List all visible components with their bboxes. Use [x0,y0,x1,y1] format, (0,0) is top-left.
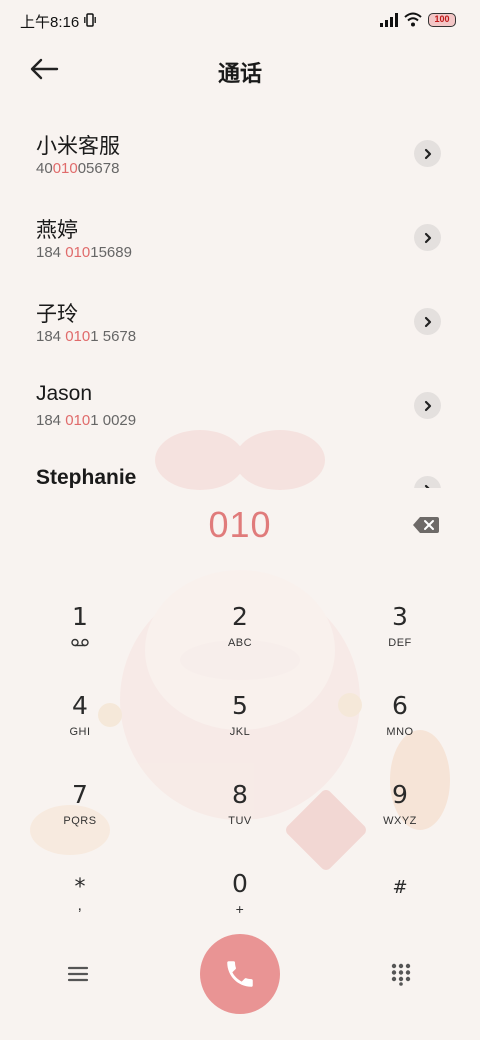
matched-digits: 010 [65,244,91,261]
wifi-icon [404,12,422,27]
key-8[interactable]: 8 TUV [180,768,300,848]
contact-detail-button[interactable] [414,392,441,419]
key-letters: , [77,897,83,914]
contact-detail-button[interactable] [414,476,441,488]
contact-name: Stephanie [36,466,137,488]
contact-item[interactable]: Jason 184 0101 0029 [0,364,480,448]
key-letters: DEF [388,637,412,649]
key-digit: 8 [232,780,248,809]
contact-detail-button[interactable] [414,140,441,167]
dialed-number-display[interactable]: 010 [0,504,480,546]
key-digit: 9 [392,780,408,809]
key-7[interactable]: 7 PQRS [20,768,140,848]
contact-number: 184 0101 5678 [36,328,137,345]
phone-icon [227,961,253,987]
key-6[interactable]: 6 MNO [340,679,460,759]
chevron-right-icon [424,232,431,243]
key-4[interactable]: 4 GHI [20,679,140,759]
chevron-right-icon [424,148,431,159]
key-digit: 4 [72,691,88,720]
contact-suggestion-list[interactable]: 小米客服 4001005678 燕婷 184 01015689 子玲 184 0… [0,112,480,488]
contact-number: 184 01015689 [36,244,132,261]
menu-icon [67,966,89,982]
key-letters: PQRS [63,815,97,827]
key-letters: + [235,901,245,917]
key-1[interactable]: 1 [20,590,140,670]
vibrate-icon [84,13,96,27]
key-letters: MNO [386,726,414,738]
chevron-right-icon [424,484,430,488]
key-digit: 3 [392,602,408,631]
contact-item[interactable]: 子玲 184 0101 5678 [0,280,480,364]
key-digit: 7 [72,780,88,809]
status-bar: 上午8:16 100 [0,0,480,40]
signal-icon [380,13,398,27]
contact-number: 4001005678 [36,160,120,177]
key-3[interactable]: 3 DEF [340,590,460,670]
page-title: 通话 [217,61,262,86]
key-digit: 0 [232,869,248,898]
key-2[interactable]: 2 ABC [180,590,300,670]
key-star[interactable]: * , [20,857,140,937]
key-digit: 2 [232,602,248,631]
backspace-icon [413,517,439,533]
key-5[interactable]: 5 JKL [180,679,300,759]
status-time: 上午8:16 [20,14,80,31]
key-digit: 6 [392,691,408,720]
key-9[interactable]: 9 WXYZ [340,768,460,848]
contact-name: 小米客服 [36,135,120,158]
backspace-button[interactable] [412,514,440,536]
contact-item[interactable]: 小米客服 4001005678 [0,112,480,196]
battery-icon: 100 [428,13,456,27]
chevron-right-icon [424,316,431,327]
key-letters: JKL [229,726,251,738]
dial-keypad: 1 2 ABC 3 DEF 4 GHI 5 JKL 6 MNO 7 PQRS 8… [0,590,480,950]
call-button[interactable] [200,934,280,1014]
contact-item[interactable]: Stephanie [0,448,480,488]
contact-name: Jason [36,382,93,405]
contact-name: 子玲 [36,303,78,326]
key-digit: # [392,877,408,898]
key-letters: TUV [228,815,252,827]
keypad-toggle-button[interactable] [390,962,412,986]
dialpad-icon [391,963,411,986]
contact-detail-button[interactable] [414,308,441,335]
key-digit: 5 [232,691,248,720]
contact-item[interactable]: 燕婷 184 01015689 [0,196,480,280]
chevron-right-icon [424,400,431,411]
key-letters: ABC [227,637,253,649]
key-0[interactable]: 0 + [180,857,300,937]
voicemail-icon [71,638,89,647]
contact-name: 燕婷 [36,219,78,242]
key-letters: WXYZ [383,815,417,827]
matched-digits: 010 [65,412,91,429]
menu-button[interactable] [66,964,90,984]
key-hash[interactable]: # [340,857,460,937]
key-digit: 1 [72,602,88,631]
contact-detail-button[interactable] [414,224,441,251]
contact-number: 184 0101 0029 [36,412,137,429]
matched-digits: 010 [52,160,78,177]
key-letters: GHI [69,726,91,738]
matched-digits: 010 [65,328,91,345]
